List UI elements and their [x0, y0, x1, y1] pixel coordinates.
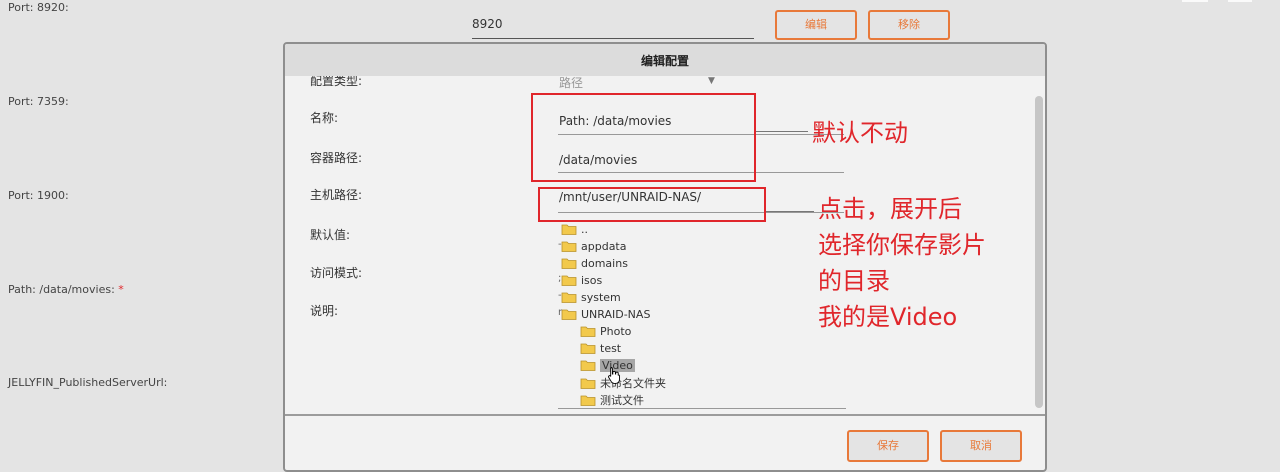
host-path-label: 主机路径:: [310, 188, 363, 202]
default-value-label: 默认值:: [310, 228, 351, 242]
tree-item-photo[interactable]: Photo: [580, 324, 631, 341]
container-path-label: 容器路径:: [310, 151, 363, 165]
annotation-box-host-path: [538, 187, 766, 222]
annotation-line: 选择你保存影片: [818, 231, 986, 259]
config-type-select[interactable]: 路径: [559, 74, 583, 91]
folder-icon: [561, 241, 577, 252]
edit-button[interactable]: 编辑: [775, 10, 857, 40]
title-bar-divider: [285, 74, 1045, 76]
dialog-footer-divider: [285, 414, 1045, 416]
folder-icon: [580, 360, 596, 371]
dialog-scrollbar[interactable]: [1035, 96, 1043, 408]
annotation-box-name-container: [531, 93, 756, 182]
tree-item-unraid-nas[interactable]: UNRAID-NAS: [561, 307, 650, 324]
chevron-down-icon[interactable]: ▼: [708, 76, 715, 86]
obscured-field-fragments: -; - r: [558, 239, 563, 318]
tree-item-test[interactable]: test: [580, 341, 621, 358]
top-edge-line: [1182, 0, 1208, 2]
folder-icon: [561, 275, 577, 286]
name-label: 名称:: [310, 111, 339, 125]
tree-item-system[interactable]: system: [561, 290, 621, 307]
tree-item-isos[interactable]: isos: [561, 273, 602, 290]
annotation-note-default: 默认不动: [812, 119, 908, 147]
annotation-note-instructions: 点击，展开后 选择你保存影片 的目录 我的是Video: [818, 191, 986, 335]
cancel-button[interactable]: 取消: [940, 430, 1022, 462]
folder-icon: [561, 258, 577, 269]
top-edge-line: [1228, 0, 1252, 2]
annotation-line: 我的是Video: [818, 303, 958, 331]
remove-button[interactable]: 移除: [868, 10, 950, 40]
folder-icon: [561, 292, 577, 303]
tree-item-domains[interactable]: domains: [561, 256, 628, 273]
tree-item-parent[interactable]: ..: [561, 222, 588, 239]
folder-open-icon: [561, 309, 577, 320]
folder-icon: [561, 224, 577, 235]
annotation-pointer-1: [756, 131, 808, 132]
dialog-title: 编辑配置: [285, 44, 1045, 76]
save-button[interactable]: 保存: [847, 430, 929, 462]
port-1900-label: Port: 1900:: [8, 189, 69, 202]
hand-cursor-icon: [608, 367, 620, 384]
folder-icon: [580, 343, 596, 354]
tree-item-test-files[interactable]: 测试文件: [580, 392, 644, 409]
tree-bottom-underline: [558, 408, 846, 409]
access-mode-label: 访问模式:: [310, 266, 363, 280]
required-mark: *: [118, 283, 124, 296]
folder-icon: [580, 326, 596, 337]
annotation-line: 点击，展开后: [818, 195, 962, 223]
port-8920-label: Port: 8920:: [8, 1, 69, 14]
port-8920-input[interactable]: 8920: [472, 10, 754, 39]
path-data-movies-label: Path: /data/movies: *: [8, 283, 124, 296]
description-label: 说明:: [310, 304, 339, 318]
tree-item-appdata[interactable]: appdata: [561, 239, 626, 256]
port-7359-label: Port: 7359:: [8, 95, 69, 108]
annotation-pointer-2: [766, 211, 814, 212]
annotation-line: 的目录: [818, 267, 890, 295]
folder-icon: [580, 395, 596, 406]
tree-item-unnamed-folder[interactable]: 未命名文件夹: [580, 375, 666, 392]
folder-icon: [580, 378, 596, 389]
jellyfin-published-server-url-label: JELLYFIN_PublishedServerUrl:: [8, 376, 168, 389]
